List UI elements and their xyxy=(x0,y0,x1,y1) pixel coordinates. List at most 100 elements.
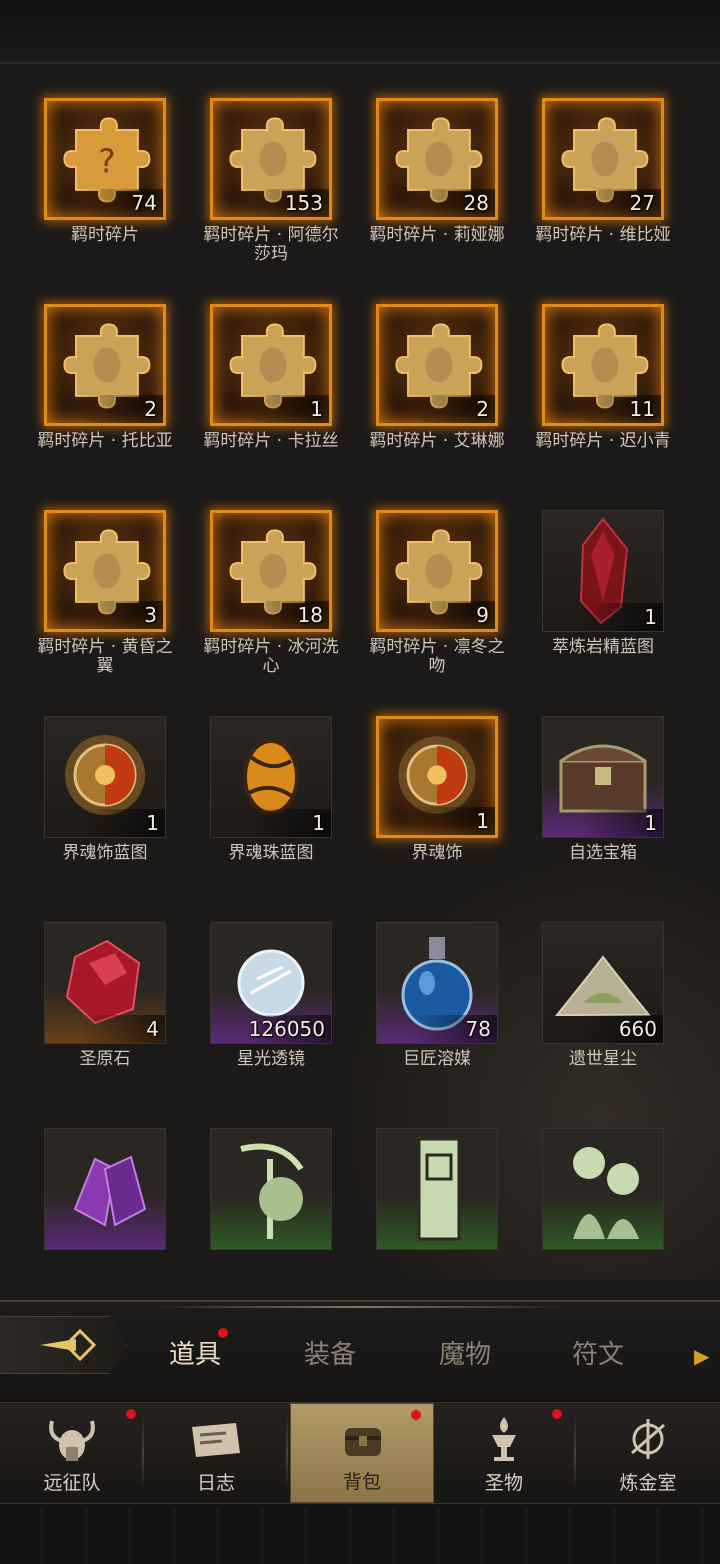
item-count: 1 xyxy=(146,811,159,835)
item-label: 界魂珠蓝图 xyxy=(228,843,314,863)
item-label: 巨匠溶媒 xyxy=(403,1049,471,1069)
inventory-item[interactable]: 18 羁时碎片 · 冰河洗心 xyxy=(203,510,339,680)
item-tile[interactable]: 1 xyxy=(44,716,166,838)
inventory-item[interactable]: 1 界魂珠蓝图 xyxy=(206,716,336,886)
nav-expedition[interactable]: 远征队 xyxy=(0,1403,144,1503)
item-tile[interactable]: 27 xyxy=(542,98,664,220)
item-label: 羁时碎片 · 阿德尔莎玛 xyxy=(203,225,339,264)
item-tile[interactable]: 1 xyxy=(210,304,332,426)
item-count: 11 xyxy=(629,397,655,421)
inventory-item[interactable]: 1 自选宝箱 xyxy=(538,716,668,886)
inventory-item[interactable]: 153 羁时碎片 · 阿德尔莎玛 xyxy=(203,98,339,268)
item-tile[interactable]: 4 xyxy=(44,922,166,1044)
inventory-item[interactable]: 2 羁时碎片 · 艾琳娜 xyxy=(369,304,505,474)
inventory-item[interactable]: 28 羁时碎片 · 莉娅娜 xyxy=(369,98,505,268)
item-tile[interactable]: 1 xyxy=(542,510,664,632)
item-tile[interactable]: 2 xyxy=(376,304,498,426)
inventory-item[interactable]: 126050 星光透镜 xyxy=(206,922,336,1092)
inventory-item[interactable]: 660 遗世星尘 xyxy=(538,922,668,1092)
item-label: 羁时碎片 · 卡拉丝 xyxy=(203,431,339,451)
item-tile[interactable]: 3 xyxy=(44,510,166,632)
next-tab-arrow-icon[interactable]: ▶ xyxy=(694,1344,709,1368)
item-label: 自选宝箱 xyxy=(569,843,637,863)
item-count: 1 xyxy=(476,809,489,833)
inventory-item[interactable] xyxy=(40,1128,170,1280)
nav-alchemy[interactable]: 炼金室 xyxy=(576,1403,720,1503)
item-count: 78 xyxy=(465,1017,491,1041)
inventory-item[interactable]: 9 羁时碎片 · 凛冬之吻 xyxy=(369,510,505,680)
tab-runes[interactable]: 符文 xyxy=(543,1334,653,1371)
inventory-item[interactable]: 27 羁时碎片 · 维比娅 xyxy=(535,98,671,268)
item-count: 153 xyxy=(284,191,323,215)
item-label: 羁时碎片 · 迟小青 xyxy=(535,431,671,451)
item-tile[interactable] xyxy=(44,1128,166,1250)
item-tile[interactable] xyxy=(542,1128,664,1250)
inventory-item[interactable]: 1 界魂饰 xyxy=(372,716,502,886)
item-count: 1 xyxy=(310,397,323,421)
inventory-item[interactable]: 3 羁时碎片 · 黄昏之翼 xyxy=(37,510,173,680)
inventory-item[interactable] xyxy=(206,1128,336,1280)
tab-equipment[interactable]: 装备 xyxy=(275,1334,385,1371)
item-tile[interactable]: 2 xyxy=(44,304,166,426)
inventory-item[interactable]: 1 界魂饰蓝图 xyxy=(40,716,170,886)
item-label: 羁时碎片 · 莉娅娜 xyxy=(369,225,505,245)
nav-backpack[interactable]: 背包 xyxy=(290,1403,434,1503)
inventory-item[interactable] xyxy=(538,1128,668,1280)
item-label: 界魂饰蓝图 xyxy=(62,843,148,863)
item-tile[interactable]: 1 xyxy=(210,716,332,838)
monolith-card-icon xyxy=(417,1137,461,1241)
category-bar: 道具 装备 魔物 符文 ▶ xyxy=(0,1300,720,1402)
notification-dot xyxy=(552,1409,562,1419)
nav-journal-label: 日志 xyxy=(196,1472,235,1494)
tab-items[interactable]: 道具 xyxy=(140,1328,250,1371)
item-label: 星光透镜 xyxy=(237,1049,305,1069)
reaper-card-icon xyxy=(240,1143,304,1239)
item-tile[interactable]: 126050 xyxy=(210,922,332,1044)
item-tile[interactable]: ? 74 xyxy=(44,98,166,220)
backpack-chest-icon xyxy=(345,1428,381,1456)
item-count: 1 xyxy=(644,811,657,835)
item-tile[interactable] xyxy=(376,1128,498,1250)
inventory-grid: ? 74 羁时碎片 153 羁时碎片 · 阿德尔莎玛 28 羁时碎片 · 莉娅娜 27 羁时碎片… xyxy=(0,64,720,1280)
item-label: 羁时碎片 · 托比亚 xyxy=(37,431,173,451)
inventory-item[interactable]: 1 羁时碎片 · 卡拉丝 xyxy=(203,304,339,474)
item-count: 126050 xyxy=(248,1017,325,1041)
item-tile[interactable]: 78 xyxy=(376,922,498,1044)
notification-dot xyxy=(126,1409,136,1419)
item-tile[interactable]: 1 xyxy=(376,716,498,838)
purple-crystal-icon xyxy=(73,1155,147,1227)
item-count: 2 xyxy=(476,397,489,421)
item-tile[interactable]: 18 xyxy=(210,510,332,632)
torch-chalice-icon xyxy=(492,1417,516,1461)
item-count: 28 xyxy=(463,191,489,215)
category-divider xyxy=(150,1306,570,1308)
item-count: 74 xyxy=(131,191,157,215)
item-tile[interactable]: 153 xyxy=(210,98,332,220)
item-tile[interactable]: 11 xyxy=(542,304,664,426)
item-tile[interactable]: 660 xyxy=(542,922,664,1044)
inventory-item[interactable]: 78 巨匠溶媒 xyxy=(372,922,502,1092)
inventory-item[interactable]: ? 74 羁时碎片 xyxy=(40,98,170,268)
nav-journal[interactable]: 日志 xyxy=(144,1403,288,1503)
tab-runes-label: 符文 xyxy=(571,1340,624,1370)
top-ornament-bar xyxy=(0,0,720,73)
item-tile[interactable]: 28 xyxy=(376,98,498,220)
item-tile[interactable]: 1 xyxy=(542,716,664,838)
horned-helmet-icon xyxy=(49,1420,95,1461)
inventory-item[interactable] xyxy=(372,1128,502,1280)
tab-equipment-label: 装备 xyxy=(303,1340,356,1370)
inventory-item[interactable]: 1 萃炼岩精蓝图 xyxy=(538,510,668,680)
inventory-item[interactable]: 11 羁时碎片 · 迟小青 xyxy=(535,304,671,474)
item-label: 圣原石 xyxy=(79,1049,131,1069)
item-count: 3 xyxy=(144,603,157,627)
item-tile[interactable]: 9 xyxy=(376,510,498,632)
tab-monsters-label: 魔物 xyxy=(438,1340,491,1370)
tab-monsters[interactable]: 魔物 xyxy=(410,1334,520,1371)
item-tile[interactable] xyxy=(210,1128,332,1250)
inventory-item[interactable]: 4 圣原石 xyxy=(40,922,170,1092)
nav-relics[interactable]: 圣物 xyxy=(432,1403,576,1503)
collapse-button[interactable] xyxy=(0,1316,127,1374)
tab-items-label: 道具 xyxy=(168,1340,221,1370)
inventory-item[interactable]: 2 羁时碎片 · 托比亚 xyxy=(37,304,173,474)
bottom-ornament xyxy=(0,1506,720,1564)
